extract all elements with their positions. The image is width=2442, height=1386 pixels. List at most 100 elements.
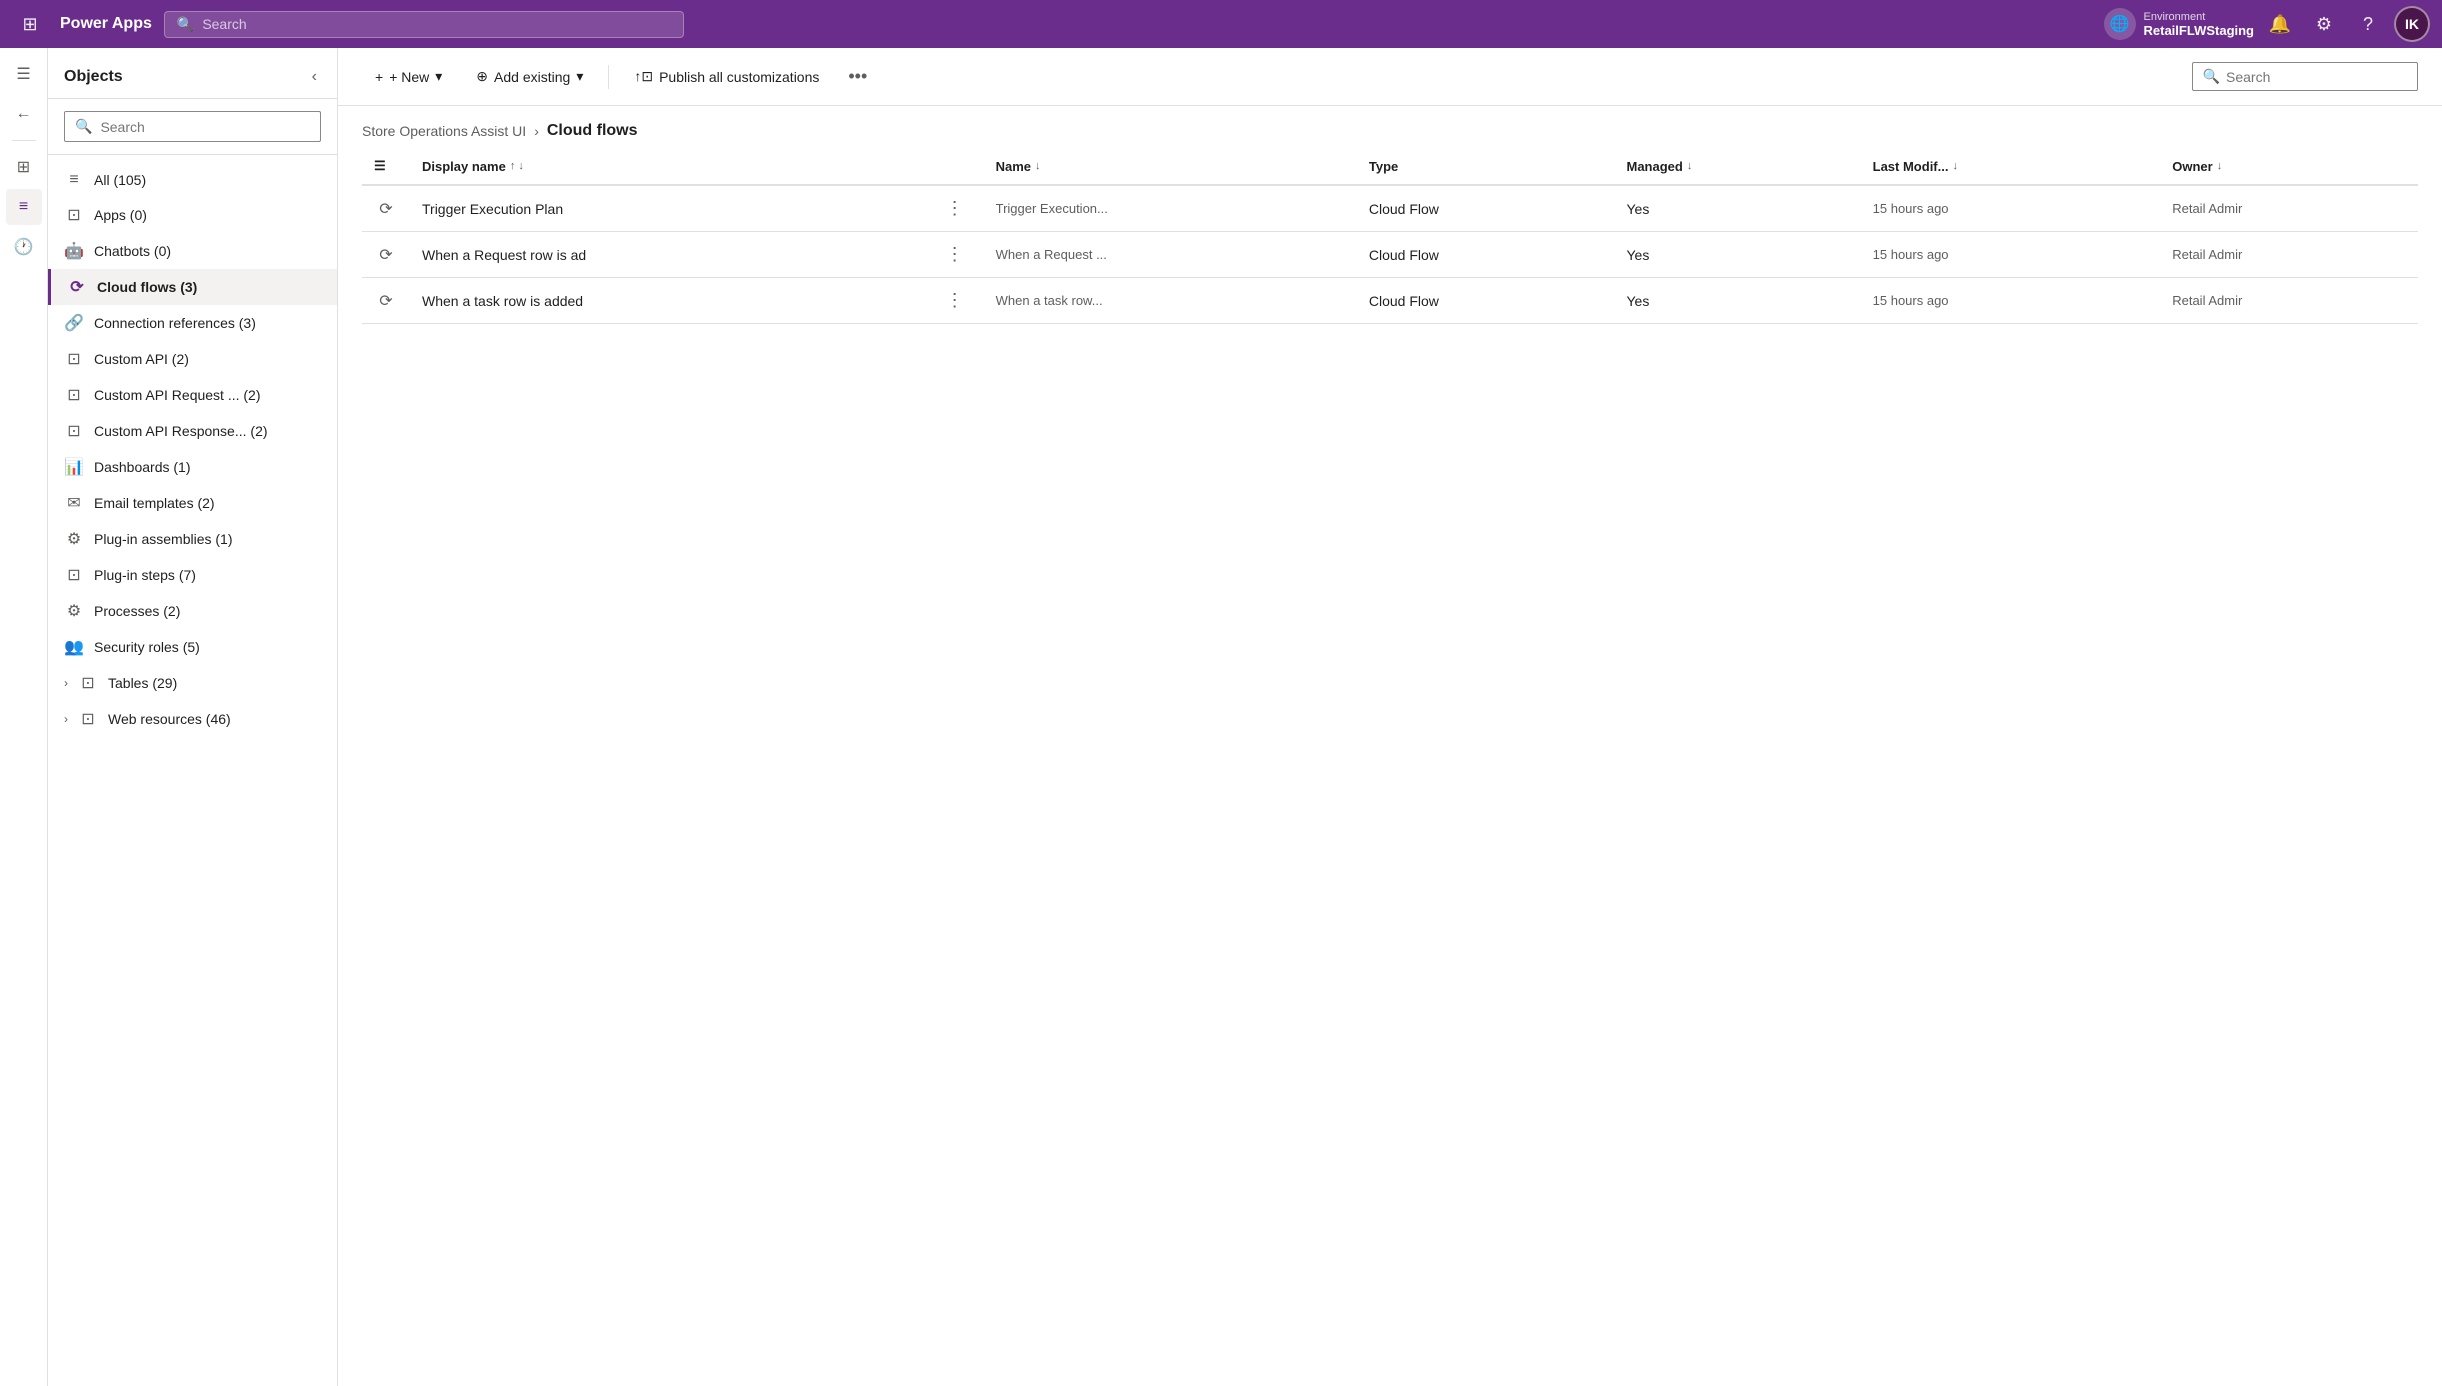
global-search-box[interactable]: 🔍 (164, 11, 684, 38)
toolbar-search-icon: 🔍 (2203, 68, 2220, 85)
th-type[interactable]: Type (1357, 148, 1615, 185)
environment-label: Environment (2144, 11, 2255, 23)
row-icon-cell: ⟳ (362, 185, 410, 232)
table-header: ☰ Display name ↑ ↓ Name ↓ (362, 148, 2418, 185)
sidebar-item-processes[interactable]: ⚙Processes (2) (48, 593, 337, 629)
th-managed[interactable]: Managed ↓ (1615, 148, 1861, 185)
breadcrumb-parent[interactable]: Store Operations Assist UI (362, 123, 526, 139)
row-managed: Yes (1615, 185, 1861, 232)
nav-item-label: Custom API Response... (2) (94, 423, 321, 439)
notifications-btn[interactable]: 🔔 (2262, 6, 2298, 42)
row-more-btn[interactable]: ⋮ (938, 194, 972, 222)
th-name[interactable]: Name ↓ (984, 148, 1357, 185)
publish-icon: ↑⊡ (634, 68, 653, 85)
main-layout: ☰ ← ⊞ ≡ 🕐 Objects ‹ 🔍 ≡All (105)⊡Apps (0… (0, 48, 2442, 1386)
sidebar-item-plug-in-assemblies[interactable]: ⚙Plug-in assemblies (1) (48, 521, 337, 557)
sidebar-item-security-roles[interactable]: 👥Security roles (5) (48, 629, 337, 665)
icon-bar-history[interactable]: 🕐 (6, 229, 42, 265)
th-owner[interactable]: Owner ↓ (2160, 148, 2418, 185)
add-existing-btn[interactable]: ⊕ Add existing ▾ (463, 61, 596, 92)
expand-icon: › (64, 712, 68, 726)
sidebar-search-box[interactable]: 🔍 (64, 111, 321, 142)
sidebar-item-email-templates[interactable]: ✉Email templates (2) (48, 485, 337, 521)
environment-info[interactable]: 🌐 Environment RetailFLWStaging (2104, 8, 2255, 40)
toolbar-search-input[interactable] (2226, 69, 2407, 85)
sidebar-item-apps[interactable]: ⊡ Apps (0) (48, 197, 337, 233)
toolbar-search-box[interactable]: 🔍 (2192, 62, 2418, 91)
environment-name: RetailFLWStaging (2144, 23, 2255, 38)
app-brand: Power Apps (60, 15, 152, 33)
avatar[interactable]: IK (2394, 6, 2430, 42)
th-row-more (926, 148, 984, 185)
breadcrumb: Store Operations Assist UI › Cloud flows (338, 106, 2442, 148)
row-display-name[interactable]: When a task row is added (410, 278, 926, 324)
global-search-input[interactable] (202, 16, 671, 32)
row-more-btn[interactable]: ⋮ (938, 286, 972, 314)
nav-item-label: Custom API (2) (94, 351, 321, 367)
icon-bar-menu[interactable]: ☰ (6, 56, 42, 92)
sidebar-item-all[interactable]: ≡All (105) (48, 163, 337, 197)
grid-icon-btn[interactable]: ⊞ (12, 6, 48, 42)
row-owner: Retail Admir (2160, 185, 2418, 232)
sidebar-search-container: 🔍 (48, 99, 337, 155)
th-last-modified-sort: ↓ (1952, 160, 1958, 172)
nav-item-icon: 🤖 (64, 241, 84, 261)
settings-btn[interactable]: ⚙ (2306, 6, 2342, 42)
sidebar-item-tables[interactable]: ›⊡Tables (29) (48, 665, 337, 701)
sidebar-item-plug-in-steps[interactable]: ⊡Plug-in steps (7) (48, 557, 337, 593)
row-display-name[interactable]: When a Request row is ad (410, 232, 926, 278)
icon-bar-back[interactable]: ← (6, 96, 42, 132)
new-dropdown-icon: ▾ (435, 68, 442, 85)
nav-item-icon: 🔗 (64, 313, 84, 333)
sidebar-item-connection-references[interactable]: 🔗 Connection references (3) (48, 305, 337, 341)
th-display-name[interactable]: Display name ↑ ↓ (410, 148, 926, 185)
nav-item-label: Apps (0) (94, 207, 321, 223)
add-existing-dropdown-icon: ▾ (576, 68, 583, 85)
nav-item-label: Cloud flows (3) (97, 279, 321, 295)
content-area: + + New ▾ ⊕ Add existing ▾ ↑⊡ Publish al… (338, 48, 2442, 1386)
table-container: ☰ Display name ↑ ↓ Name ↓ (338, 148, 2442, 1386)
row-display-name[interactable]: Trigger Execution Plan (410, 185, 926, 232)
sidebar-item-web-resources[interactable]: ›⊡Web resources (46) (48, 701, 337, 737)
sidebar-collapse-btn[interactable]: ‹ (308, 64, 321, 90)
new-btn[interactable]: + + New ▾ (362, 61, 455, 92)
cloud-flow-icon: ⟳ (379, 247, 392, 264)
row-name: When a task row... (984, 278, 1357, 324)
sidebar-item-custom-api[interactable]: ⊡Custom API (2) (48, 341, 337, 377)
help-btn[interactable]: ? (2350, 6, 2386, 42)
sidebar-item-custom-api-response-[interactable]: ⊡Custom API Response... (2) (48, 413, 337, 449)
toolbar-more-btn[interactable]: ••• (840, 60, 875, 93)
nav-item-icon: ⟳ (67, 277, 87, 297)
grid-icon: ⊞ (22, 14, 37, 35)
sidebar-item-dashboards[interactable]: 📊Dashboards (1) (48, 449, 337, 485)
row-more-cell: ⋮ (926, 278, 984, 324)
add-existing-label: Add existing (494, 69, 570, 85)
nav-item-label: Web resources (46) (108, 711, 321, 727)
icon-bar-objects[interactable]: ≡ (6, 189, 42, 225)
cloud-flow-icon: ⟳ (379, 201, 392, 218)
publish-btn[interactable]: ↑⊡ Publish all customizations (621, 61, 832, 92)
icon-bar-components[interactable]: ⊞ (6, 149, 42, 185)
sidebar-item-cloud-flows[interactable]: ⟳ Cloud flows (3) (48, 269, 337, 305)
th-select[interactable]: ☰ (362, 148, 410, 185)
sidebar-search-icon: 🔍 (75, 118, 92, 135)
row-icon-cell: ⟳ (362, 278, 410, 324)
row-last-modified: 15 hours ago (1861, 232, 2161, 278)
top-nav-right: 🌐 Environment RetailFLWStaging 🔔 ⚙ ? IK (2104, 6, 2431, 42)
nav-item-icon: ⊡ (64, 565, 84, 585)
toolbar-more-icon: ••• (848, 66, 867, 86)
row-type: Cloud Flow (1357, 278, 1615, 324)
th-last-modified[interactable]: Last Modif... ↓ (1861, 148, 2161, 185)
nav-item-icon: ⚙ (64, 601, 84, 621)
sidebar-item-custom-api-request-[interactable]: ⊡Custom API Request ... (2) (48, 377, 337, 413)
global-search-icon: 🔍 (177, 16, 194, 33)
top-nav: ⊞ Power Apps 🔍 🌐 Environment RetailFLWSt… (0, 0, 2442, 48)
row-more-btn[interactable]: ⋮ (938, 240, 972, 268)
row-type: Cloud Flow (1357, 185, 1615, 232)
nav-item-icon: ⊡ (64, 205, 84, 225)
sidebar-item-chatbots[interactable]: 🤖Chatbots (0) (48, 233, 337, 269)
nav-item-icon: ✉ (64, 493, 84, 513)
nav-item-icon: 👥 (64, 637, 84, 657)
nav-item-label: Connection references (3) (94, 315, 321, 331)
sidebar-search-input[interactable] (100, 119, 310, 135)
